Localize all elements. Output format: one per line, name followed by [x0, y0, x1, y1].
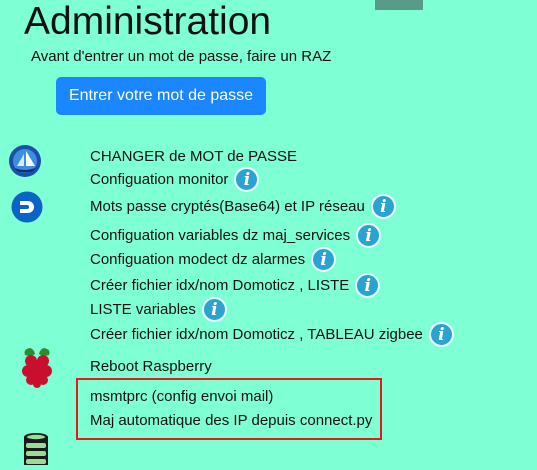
menu-item-create-list[interactable]: Créer fichier idx/nom Domoticz , LISTE i: [90, 273, 381, 298]
info-icon[interactable]: i: [234, 167, 260, 192]
menu-item-label: Reboot Raspberry: [90, 358, 212, 375]
menu-item-msmtprc[interactable]: msmtprc (config envoi mail): [90, 388, 273, 406]
menu-item-label: Configuation variables dz maj_services: [90, 226, 351, 244]
sailboat-icon[interactable]: [8, 144, 42, 178]
menu-item-label: Créer fichier idx/nom Domoticz , LISTE: [90, 276, 350, 294]
menu-item-passwords-ip[interactable]: Mots passe cryptés(Base64) et IP réseau …: [90, 194, 396, 219]
info-icon[interactable]: i: [355, 273, 381, 298]
menu-item-config-monitor[interactable]: Configuation monitor i: [90, 167, 260, 192]
page-title: Administration: [24, 0, 272, 43]
enter-password-button[interactable]: Entrer votre mot de passe: [56, 77, 266, 115]
menu-item-label: CHANGER de MOT de PASSE: [90, 148, 298, 165]
menu-item-config-modect[interactable]: Configuation modect dz alarmes i: [90, 247, 337, 272]
page-subtitle: Avant d'entrer un mot de passe, faire un…: [31, 48, 332, 65]
menu-item-change-password[interactable]: CHANGER de MOT de PASSE: [90, 148, 297, 166]
info-icon[interactable]: i: [311, 247, 337, 272]
menu-item-label: Créer fichier idx/nom Domoticz , TABLEAU…: [90, 325, 423, 343]
menu-item-maj-ip[interactable]: Maj automatique des IP depuis connect.py: [90, 412, 372, 430]
info-icon[interactable]: i: [370, 194, 396, 219]
menu-item-create-zigbee-table[interactable]: Créer fichier idx/nom Domoticz , TABLEAU…: [90, 322, 454, 347]
menu-item-reboot-raspberry[interactable]: Reboot Raspberry: [90, 358, 212, 376]
info-icon[interactable]: i: [428, 322, 454, 347]
menu-item-list-variables[interactable]: LISTE variables i: [90, 297, 227, 322]
menu-item-label: Maj automatique des IP depuis connect.py: [90, 412, 373, 429]
menu-item-label: msmtprc (config envoi mail): [90, 388, 274, 405]
menu-item-label: Configuation modect dz alarmes: [90, 250, 306, 268]
info-icon[interactable]: i: [201, 297, 227, 322]
menu-item-label: LISTE variables: [90, 300, 196, 318]
menu-item-label: Mots passe cryptés(Base64) et IP réseau: [90, 197, 365, 215]
database-icon[interactable]: [22, 432, 50, 465]
raspberry-pi-icon[interactable]: [20, 346, 54, 388]
top-tab: [375, 0, 423, 10]
info-icon[interactable]: i: [356, 223, 382, 248]
menu-item-label: Configuation monitor: [90, 170, 229, 188]
domoticz-icon[interactable]: [11, 191, 43, 223]
menu-item-config-variables[interactable]: Configuation variables dz maj_services i: [90, 223, 382, 248]
